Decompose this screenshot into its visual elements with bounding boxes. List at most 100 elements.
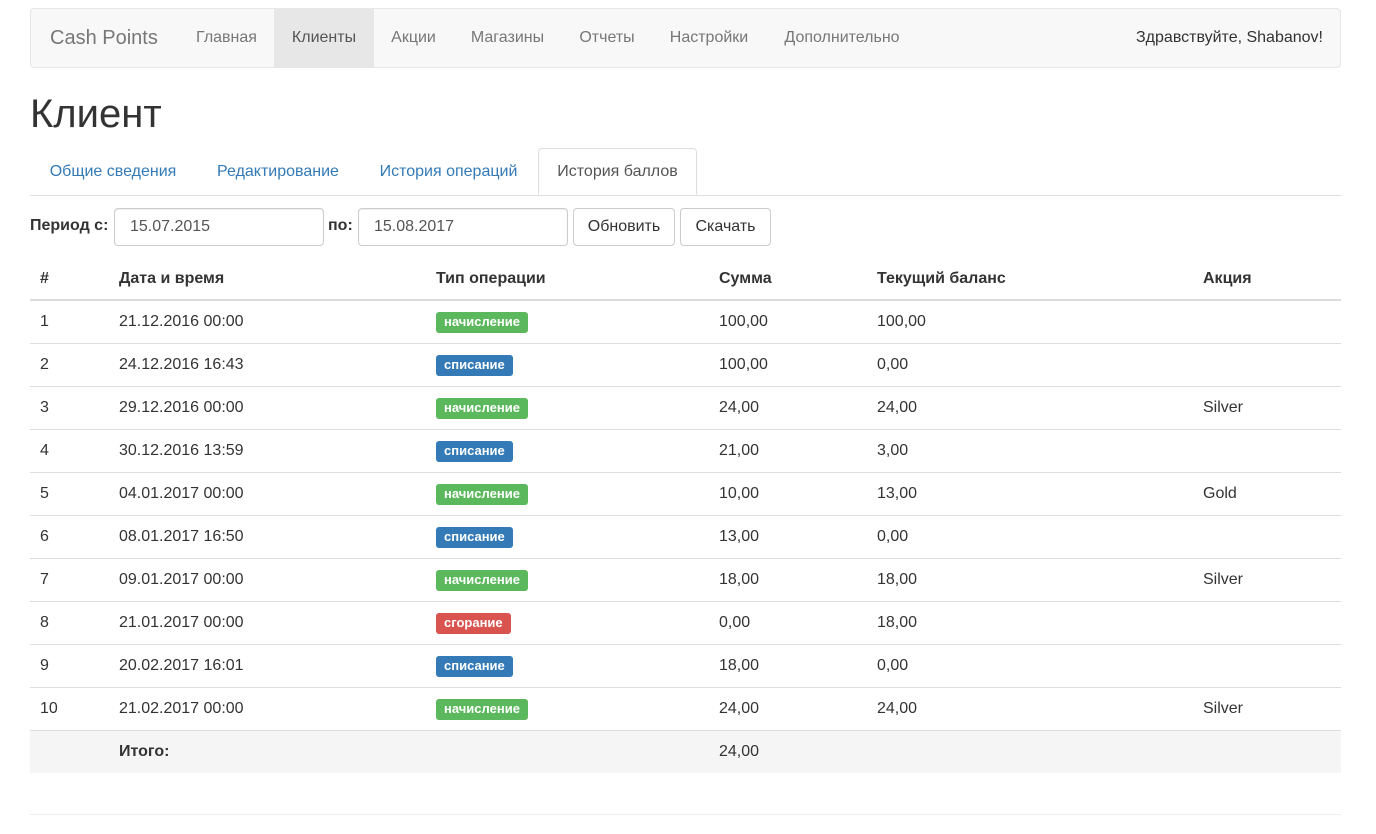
cell-amount: 13,00 (709, 515, 867, 559)
period-from-label: Период с: (30, 217, 109, 234)
cell-amount: 100,00 (709, 343, 867, 387)
table-row: 8 21.01.2017 00:00 сгорание 0,00 18,00 (30, 601, 1341, 645)
tab-edit[interactable]: Редактирование (197, 148, 359, 195)
table-row: 9 20.02.2017 16:01 списание 18,00 0,00 (30, 644, 1341, 688)
total-cell-empty (426, 730, 709, 773)
cell-number: 7 (30, 558, 109, 602)
table-row: 3 29.12.2016 00:00 начисление 24,00 24,00 Sil… (30, 386, 1341, 430)
table-row: 5 04.01.2017 00:00 начисление 10,00 13,00 Gol… (30, 472, 1341, 516)
cell-promo: Silver (1193, 687, 1341, 731)
column-header-balance: Текущий баланс (867, 258, 1193, 301)
cell-amount: 21,00 (709, 429, 867, 473)
cell-type: списание (426, 343, 709, 387)
cell-promo (1193, 343, 1341, 387)
cell-type: начисление (426, 687, 709, 731)
cell-balance: 18,00 (867, 601, 1193, 645)
nav-item-home[interactable]: Главная (180, 9, 273, 67)
table-row: 7 09.01.2017 00:00 начисление 18,00 18,00 Sil… (30, 558, 1341, 602)
cell-type: начисление (426, 472, 709, 516)
cell-promo: Silver (1193, 558, 1341, 602)
operation-type-badge: начисление (436, 311, 528, 333)
cell-amount: 10,00 (709, 472, 867, 516)
table-row: 6 08.01.2017 16:50 списание 13,00 0,00 (30, 515, 1341, 559)
table-row: 10 21.02.2017 00:00 начисление 24,00 24,00 Si… (30, 687, 1341, 731)
cell-number: 2 (30, 343, 109, 387)
cell-datetime: 24.12.2016 16:43 (109, 343, 426, 387)
cell-number: 4 (30, 429, 109, 473)
nav-item-reports[interactable]: Отчеты (563, 9, 651, 67)
tab-operations-history[interactable]: История операций (360, 148, 537, 195)
operation-type-badge: начисление (436, 569, 528, 591)
period-to-input[interactable] (358, 208, 568, 246)
cell-amount: 18,00 (709, 644, 867, 688)
cell-number: 10 (30, 687, 109, 731)
table-row: 2 24.12.2016 16:43 списание 100,00 0,00 (30, 343, 1341, 387)
cell-datetime: 21.01.2017 00:00 (109, 601, 426, 645)
cell-balance: 13,00 (867, 472, 1193, 516)
cell-balance: 3,00 (867, 429, 1193, 473)
cell-amount: 100,00 (709, 299, 867, 344)
operation-type-badge: списание (436, 354, 513, 376)
column-header-promo: Акция (1193, 258, 1341, 301)
page-title: Клиент (30, 92, 162, 136)
cell-amount: 24,00 (709, 386, 867, 430)
top-navbar: Cash Points Главная Клиенты Акции Магази… (30, 8, 1341, 68)
cell-number: 6 (30, 515, 109, 559)
cell-type: списание (426, 644, 709, 688)
cell-balance: 24,00 (867, 386, 1193, 430)
download-button[interactable]: Скачать (680, 208, 771, 246)
cell-number: 8 (30, 601, 109, 645)
footer-divider (30, 814, 1341, 815)
cell-promo: Silver (1193, 386, 1341, 430)
total-cell-empty (30, 730, 109, 773)
total-cell-empty (1193, 730, 1341, 773)
cell-balance: 100,00 (867, 299, 1193, 344)
total-amount: 24,00 (709, 730, 867, 773)
table-header-row: # Дата и время Тип операции Сумма Текущи… (30, 258, 1341, 301)
cell-type: начисление (426, 386, 709, 430)
cell-amount: 0,00 (709, 601, 867, 645)
cell-balance: 0,00 (867, 343, 1193, 387)
brand-logo[interactable]: Cash Points (50, 9, 158, 67)
cell-number: 1 (30, 299, 109, 344)
operation-type-badge: списание (436, 440, 513, 462)
total-label: Итого: (109, 730, 426, 773)
operation-type-badge: начисление (436, 483, 528, 505)
cell-balance: 18,00 (867, 558, 1193, 602)
refresh-button[interactable]: Обновить (573, 208, 675, 246)
cell-datetime: 21.12.2016 00:00 (109, 299, 426, 344)
cell-type: сгорание (426, 601, 709, 645)
column-header-number: # (30, 258, 109, 301)
points-history-table: # Дата и время Тип операции Сумма Текущи… (30, 258, 1341, 773)
cell-amount: 24,00 (709, 687, 867, 731)
cell-amount: 18,00 (709, 558, 867, 602)
nav-item-stores[interactable]: Магазины (453, 9, 562, 67)
tab-points-history[interactable]: История баллов (538, 148, 697, 195)
nav-item-settings[interactable]: Настройки (652, 9, 766, 67)
cell-number: 9 (30, 644, 109, 688)
user-greeting[interactable]: Здравствуйте, Shabanov! (1136, 9, 1323, 67)
cell-promo (1193, 515, 1341, 559)
cell-datetime: 04.01.2017 00:00 (109, 472, 426, 516)
cell-datetime: 09.01.2017 00:00 (109, 558, 426, 602)
cell-promo (1193, 429, 1341, 473)
cell-promo (1193, 601, 1341, 645)
tab-general-info[interactable]: Общие сведения (30, 148, 196, 195)
nav-item-more[interactable]: Дополнительно (767, 9, 917, 67)
period-from-input[interactable] (114, 208, 324, 246)
column-header-datetime: Дата и время (109, 258, 426, 301)
total-cell-empty (867, 730, 1193, 773)
nav-item-promotions[interactable]: Акции (375, 9, 452, 67)
operation-type-badge: сгорание (436, 612, 511, 634)
cell-promo: Gold (1193, 472, 1341, 516)
column-header-amount: Сумма (709, 258, 867, 301)
cell-number: 5 (30, 472, 109, 516)
nav-item-clients[interactable]: Клиенты (274, 9, 374, 67)
period-to-label: по: (328, 217, 353, 234)
cell-datetime: 29.12.2016 00:00 (109, 386, 426, 430)
operation-type-badge: списание (436, 526, 513, 548)
cell-type: начисление (426, 299, 709, 344)
operation-type-badge: начисление (436, 397, 528, 419)
cell-type: начисление (426, 558, 709, 602)
operation-type-badge: списание (436, 655, 513, 677)
